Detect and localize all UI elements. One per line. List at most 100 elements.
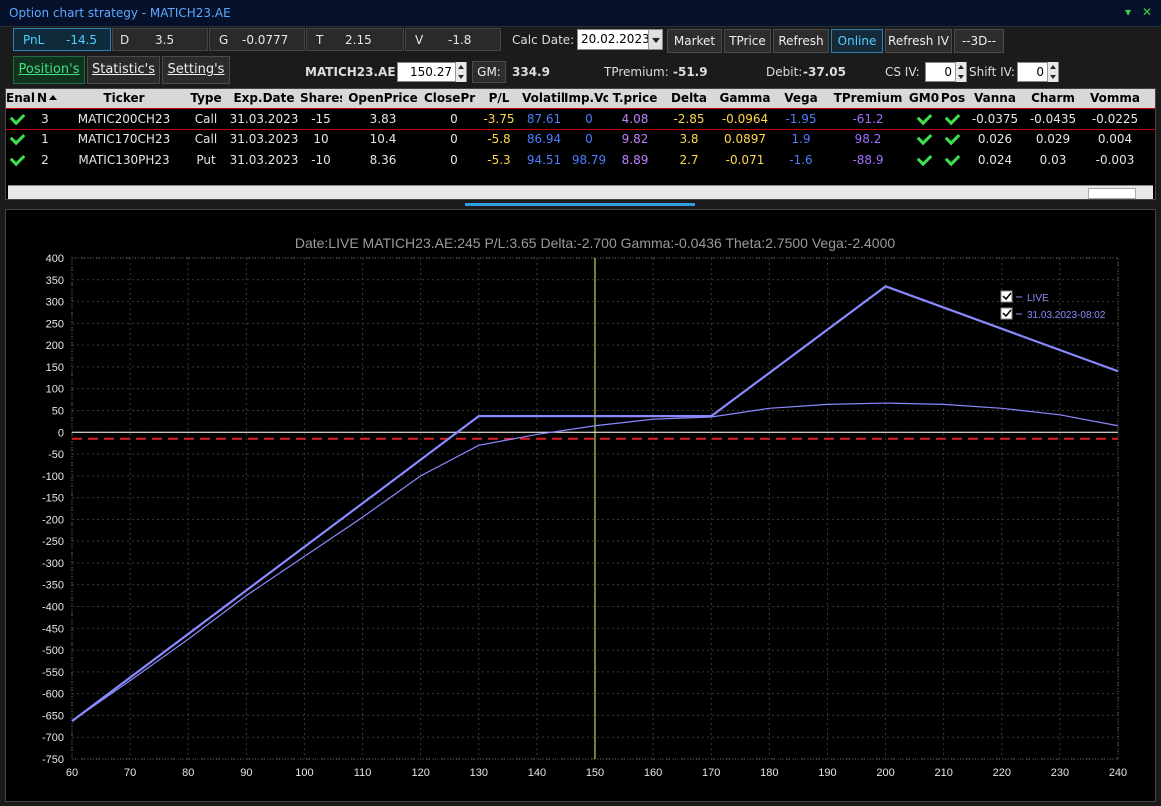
tab-statistics[interactable]: Statistic's (87, 56, 160, 84)
pnl-label: PnL (23, 33, 45, 47)
col-header[interactable]: Type (184, 91, 228, 105)
delta-value: 3.5 (155, 33, 175, 47)
tab-settings[interactable]: Setting's (162, 56, 230, 84)
col-header[interactable]: Imp.Vo (564, 91, 608, 105)
row-tpremium: -88.9 (852, 153, 884, 167)
chevron-down-icon[interactable] (648, 30, 662, 49)
y-tick-label: -350 (42, 580, 64, 592)
window-title: Option chart strategy - MATICH23.AE (9, 6, 231, 20)
row-type: Put (196, 153, 216, 167)
row-tprice: 9.82 (621, 132, 649, 146)
cs-iv-stepper-icon[interactable] (955, 62, 966, 82)
col-header[interactable]: Ticker (64, 91, 184, 105)
col-header[interactable]: OpenPrice (342, 91, 424, 105)
x-tick-label: 150 (586, 767, 604, 779)
row-impvol: 0 (585, 132, 593, 146)
col-header[interactable]: P/L (476, 91, 522, 105)
col-header[interactable]: Vomma (1082, 91, 1148, 105)
y-tick-label: 350 (46, 275, 64, 287)
tab-statistics-label: Statistic's (91, 62, 155, 77)
table-header: Enal N Ticker Type Exp.Date Shares OpenP… (6, 89, 1155, 109)
3d-button[interactable]: --3D-- (954, 29, 1004, 53)
col-header[interactable]: Gamma (716, 91, 774, 105)
gm0-checkmark-icon[interactable] (916, 109, 933, 126)
shift-iv-stepper-icon[interactable] (1047, 62, 1058, 82)
row-vanna: -0.0375 (971, 112, 1019, 126)
col-header[interactable]: Enal (6, 91, 34, 105)
tab-settings-label: Setting's (167, 62, 225, 77)
window-titlebar: Option chart strategy - MATICH23.AE ▾ ✕ (0, 0, 1161, 27)
col-header[interactable]: N (34, 91, 50, 105)
col-header[interactable]: Charm (1024, 91, 1082, 105)
row-tprice: 4.08 (621, 112, 649, 126)
col-header[interactable]: Vega (774, 91, 828, 105)
pos-checkmark-icon[interactable] (944, 109, 961, 126)
checkmark-icon[interactable] (9, 109, 26, 126)
row-closeprice: 0 (450, 153, 458, 167)
col-header[interactable]: Pos (940, 91, 966, 105)
checkmark-icon[interactable] (9, 150, 26, 167)
col-header[interactable]: TPremium (828, 91, 908, 105)
shift-iv-input[interactable]: 0 (1017, 62, 1059, 82)
col-header[interactable]: Shares (300, 91, 342, 105)
panel-splitter[interactable] (465, 203, 695, 206)
gm0-checkmark-icon[interactable] (916, 150, 933, 167)
positions-table: Enal N Ticker Type Exp.Date Shares OpenP… (5, 88, 1156, 200)
close-icon[interactable]: ✕ (1142, 5, 1152, 19)
y-tick-label: -750 (42, 754, 64, 766)
row-openprice: 10.4 (369, 132, 397, 146)
cs-iv-input[interactable]: 0 (925, 62, 967, 82)
col-header[interactable]: Vanna (966, 91, 1024, 105)
checkmark-icon[interactable] (9, 129, 26, 146)
online-button[interactable]: Online (831, 29, 883, 53)
x-tick-label: 80 (182, 767, 194, 779)
pnl-box: PnL -14.5 (13, 28, 111, 51)
refresh-button[interactable]: Refresh (773, 29, 829, 53)
row-charm: 0.029 (1035, 132, 1071, 146)
underlying-price-input[interactable]: 150.27 (397, 62, 467, 82)
market-button[interactable]: Market (667, 29, 722, 53)
col-header[interactable]: Exp.Date (228, 91, 300, 105)
chart-title: Date:LIVE MATICH23.AE:245 P/L:3.65 Delta… (295, 235, 896, 251)
scrollbar-thumb[interactable] (1088, 188, 1136, 199)
vega-value: -1.8 (448, 33, 472, 47)
pos-checkmark-icon[interactable] (944, 150, 961, 167)
table-row[interactable]: 1 MATIC170CH23 Call 31.03.2023 10 10.4 0… (6, 129, 1155, 149)
y-tick-label: -700 (42, 732, 64, 744)
table-row[interactable]: 2 MATIC130PH23 Put 31.03.2023 -10 8.36 0… (6, 150, 1155, 170)
col-header[interactable]: ClosePri (424, 91, 476, 105)
horizontal-scrollbar[interactable] (8, 185, 1153, 199)
y-tick-label: 100 (46, 384, 64, 396)
row-pl: -5.8 (487, 132, 511, 146)
tab-positions[interactable]: Position's (13, 56, 85, 84)
row-delta: 2.7 (679, 153, 699, 167)
price-stepper-icon[interactable] (455, 62, 466, 82)
gm0-checkmark-icon[interactable] (916, 129, 933, 146)
calc-date-picker[interactable]: 20.02.2023 (577, 29, 663, 50)
refresh-iv-button[interactable]: Refresh IV (885, 29, 952, 53)
col-header[interactable]: Volatili (522, 91, 564, 105)
gm-button[interactable]: GM: (472, 61, 506, 83)
shift-iv-label: Shift IV: (969, 65, 1015, 79)
table-row[interactable]: 3 MATIC200CH23 Call 31.03.2023 -15 3.83 … (6, 108, 1155, 130)
row-delta: 3.8 (679, 132, 699, 146)
x-tick-label: 110 (354, 767, 372, 779)
x-tick-label: 130 (470, 767, 488, 779)
col-header[interactable]: GM0 (908, 91, 940, 105)
col-header[interactable]: T.price (608, 91, 662, 105)
theta-box: T 2.15 (306, 28, 404, 51)
x-tick-label: 200 (876, 767, 894, 779)
cs-iv-value: 0 (944, 65, 952, 79)
pos-checkmark-icon[interactable] (944, 129, 961, 146)
row-expdate: 31.03.2023 (229, 153, 299, 167)
row-gamma: 0.0897 (724, 132, 766, 146)
sort-ascending-icon[interactable] (49, 95, 57, 100)
tab-positions-label: Position's (18, 62, 80, 77)
row-pl: -3.75 (483, 112, 515, 126)
y-tick-label: -650 (42, 710, 64, 722)
col-header[interactable]: Delta (662, 91, 716, 105)
minimize-icon[interactable]: ▾ (1125, 5, 1131, 19)
x-tick-label: 100 (295, 767, 313, 779)
row-impvol: 0 (585, 112, 593, 126)
tprice-button[interactable]: TPrice (724, 29, 771, 53)
